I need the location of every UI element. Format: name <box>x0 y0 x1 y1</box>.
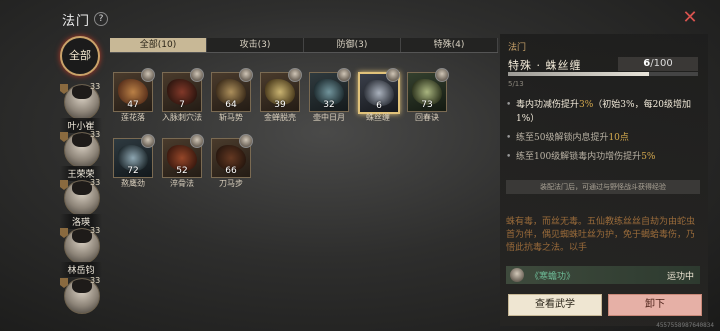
owner-avatar <box>190 134 204 148</box>
skill-card[interactable]: 64 斩马势 <box>211 68 253 130</box>
skill-name: 壶中日月 <box>313 113 345 122</box>
character-slot[interactable]: 33 洛瑛 <box>60 178 102 229</box>
skill-progress-bar <box>508 72 698 76</box>
help-icon[interactable]: ? <box>94 12 108 26</box>
skill-count: 64 <box>225 100 237 110</box>
tab-all[interactable]: 全部(10) <box>110 38 207 52</box>
count-total: /100 <box>650 58 673 69</box>
owner-avatar <box>239 134 253 148</box>
skill-card-selected[interactable]: 6 蛛丝缠 <box>358 68 400 130</box>
skill-level-text: 5/13 <box>508 80 524 88</box>
character-level: 33 <box>90 226 101 235</box>
category-tabs: 全部(10) 攻击(3) 防御(3) 特殊(4) <box>110 38 498 53</box>
character-level: 33 <box>90 178 101 187</box>
skill-count: 52 <box>176 166 188 176</box>
skill-name: 淬骨法 <box>170 179 194 188</box>
character-level: 33 <box>90 130 101 139</box>
character-slot[interactable]: 33 <box>60 276 102 326</box>
owner-avatar <box>288 68 302 82</box>
skill-name: 回春诀 <box>415 113 439 122</box>
skill-name: 金蝉脱壳 <box>264 113 296 122</box>
skill-title: 特殊 · 蛛丝缠 <box>508 59 582 72</box>
skill-card[interactable]: 47 莲花落 <box>113 68 155 130</box>
skill-card[interactable]: 72 熬鹰劲 <box>113 134 155 196</box>
tab-special[interactable]: 特殊(4) <box>401 38 498 52</box>
progress-fill <box>508 72 649 76</box>
skill-name: 斩马势 <box>219 113 243 122</box>
effects-list: 毒内功减伤提升3%（初始3%，每20级增加1%） 练至50级解锁内息提升10点 … <box>506 98 702 169</box>
owner-avatar <box>141 134 155 148</box>
close-icon[interactable]: ✕ <box>682 9 698 27</box>
unequip-button[interactable]: 卸下 <box>608 294 702 316</box>
character-slot[interactable]: 33 林岳钧 <box>60 226 102 277</box>
owner-avatar <box>386 68 400 82</box>
skill-count: 39 <box>274 100 286 110</box>
character-slot[interactable]: 33 叶小崔 <box>60 82 102 133</box>
bound-skill-name: 《寒蟾功》 <box>530 272 576 282</box>
skill-card[interactable]: 7 入脉刺穴法 <box>162 68 204 130</box>
skill-description: 蛛有毒，而丝无毒。五仙教练丝丝自劫为由蛇虫首为伴，偶见蜘蛛吐丝为护，免于蝎蛤毒伤… <box>506 217 696 253</box>
skill-name: 熬鹰劲 <box>121 179 145 188</box>
character-slot[interactable]: 33 王荣荣 <box>60 130 102 181</box>
owner-avatar <box>510 268 524 282</box>
owner-avatar <box>435 68 449 82</box>
character-name: 林岳钧 <box>60 262 102 277</box>
skill-card[interactable]: 39 金蝉脱壳 <box>260 68 302 130</box>
owner-avatar <box>337 68 351 82</box>
skill-count: 32 <box>323 100 335 110</box>
skill-card[interactable]: 32 壶中日月 <box>309 68 351 130</box>
skill-count-display: 6/100 <box>618 57 698 71</box>
view-martial-button[interactable]: 查看武学 <box>508 294 602 316</box>
tab-defense[interactable]: 防御(3) <box>304 38 401 52</box>
skill-name: 莲花落 <box>121 113 145 122</box>
owner-avatar <box>190 68 204 82</box>
panel-section-label: 法门 <box>508 43 527 53</box>
hint-text: 装配法门后，可通过与野怪战斗获得经验 <box>506 180 700 194</box>
skill-name: 刀马步 <box>219 179 243 188</box>
effect-item: 练至100级解锁毒内功增伤提升5% <box>506 150 702 164</box>
character-level: 33 <box>90 276 101 285</box>
effect-item: 练至50级解锁内息提升10点 <box>506 131 702 145</box>
page-title: 法门 <box>62 14 91 29</box>
owner-avatar <box>239 68 253 82</box>
skill-count: 7 <box>179 100 185 110</box>
skill-card[interactable]: 73 回春诀 <box>407 68 449 130</box>
skill-card[interactable]: 52 淬骨法 <box>162 134 204 196</box>
filter-all-button[interactable]: 全部 <box>60 36 100 76</box>
owner-avatar <box>141 68 155 82</box>
bound-skill-row[interactable]: 《寒蟾功》 运功中 <box>506 266 700 284</box>
bound-skill-status: 运功中 <box>666 272 694 282</box>
user-id: 4557558987640834 <box>656 322 714 329</box>
skill-count: 66 <box>225 166 237 176</box>
skill-count: 73 <box>421 100 433 110</box>
skill-card[interactable]: 66 刀马步 <box>211 134 253 196</box>
skill-count: 47 <box>127 100 139 110</box>
effect-item: 毒内功减伤提升3%（初始3%，每20级增加1%） <box>506 98 702 126</box>
skill-name: 蛛丝缠 <box>366 113 390 122</box>
skill-name: 入脉刺穴法 <box>162 113 202 122</box>
character-level: 33 <box>90 82 101 91</box>
skill-count: 72 <box>127 166 139 176</box>
skill-count: 6 <box>376 101 382 111</box>
tab-attack[interactable]: 攻击(3) <box>207 38 304 52</box>
